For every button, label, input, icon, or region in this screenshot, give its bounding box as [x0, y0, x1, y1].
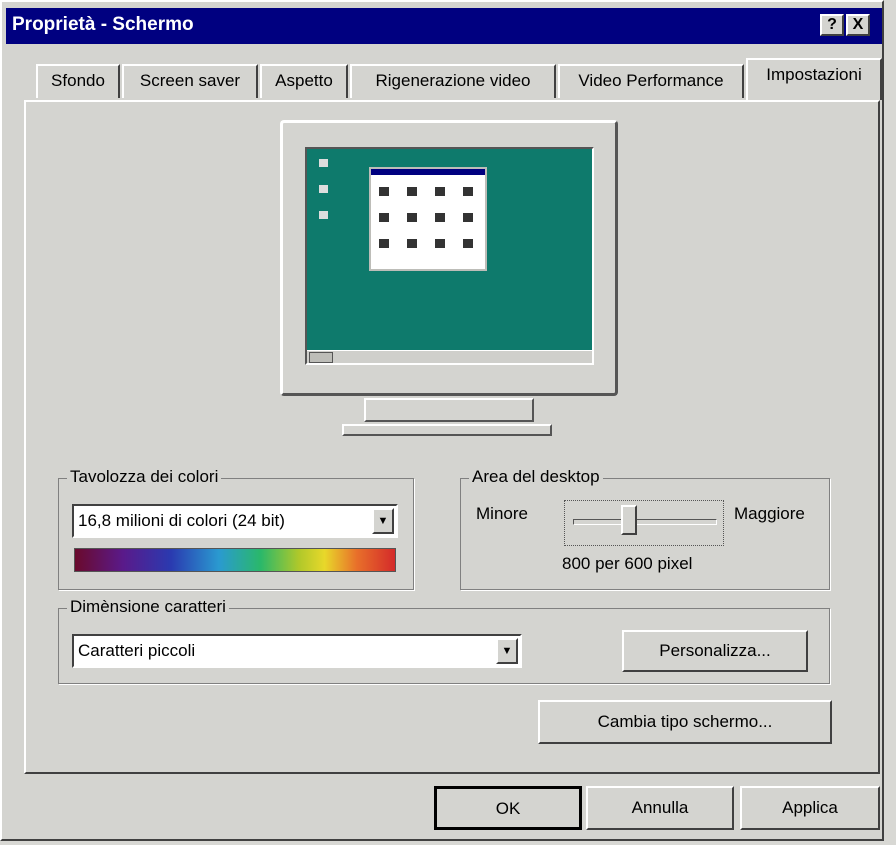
desktop-area-label: Area del desktop: [469, 467, 603, 487]
slider-max-label: Maggiore: [734, 504, 805, 523]
slider-thumb[interactable]: [620, 505, 637, 535]
tab-impostazioni[interactable]: Impostazioni: [746, 58, 882, 100]
apply-button[interactable]: Applica: [740, 786, 880, 830]
font-size-select[interactable]: Caratteri piccoli ▼: [72, 634, 522, 668]
tab-screen-saver[interactable]: Screen saver: [122, 64, 258, 98]
desktop-icon: [319, 159, 328, 167]
font-size-value: Caratteri piccoli: [78, 641, 196, 660]
chevron-down-icon[interactable]: ▼: [496, 638, 518, 664]
desktop-preview-screen: [305, 147, 594, 365]
color-spectrum-preview: [74, 548, 396, 572]
monitor-base: [342, 424, 552, 436]
change-display-type-button[interactable]: Cambia tipo schermo...: [538, 700, 832, 744]
display-properties-dialog: Proprietà - Schermo ? X Sfondo Screen sa…: [0, 0, 884, 841]
title-bar[interactable]: Proprietà - Schermo ? X: [6, 8, 882, 44]
cancel-button[interactable]: Annulla: [586, 786, 734, 830]
monitor-stand: [364, 398, 534, 422]
monitor-preview: [280, 120, 618, 396]
window-title: Proprietà - Schermo: [12, 14, 194, 35]
customize-button[interactable]: Personalizza...: [622, 630, 808, 672]
color-palette-value: 16,8 milioni di colori (24 bit): [78, 511, 285, 530]
slider-min-label: Minore: [476, 504, 528, 523]
chevron-down-icon[interactable]: ▼: [372, 508, 394, 534]
tab-rigenerazione-video[interactable]: Rigenerazione video: [350, 64, 556, 98]
tab-aspetto[interactable]: Aspetto: [260, 64, 348, 98]
slider-track: [573, 519, 717, 525]
desktop-icon: [319, 185, 328, 193]
tab-sfondo[interactable]: Sfondo: [36, 64, 120, 98]
close-button[interactable]: X: [846, 14, 870, 36]
font-size-label: Dimènsione caratteri: [67, 597, 229, 617]
tab-video-performance[interactable]: Video Performance: [558, 64, 744, 98]
color-palette-select[interactable]: 16,8 milioni di colori (24 bit) ▼: [72, 504, 398, 538]
help-button[interactable]: ?: [820, 14, 844, 36]
mini-taskbar: [307, 350, 592, 363]
resolution-slider[interactable]: [564, 500, 724, 546]
mini-window-preview: [369, 167, 487, 271]
desktop-icon: [319, 211, 328, 219]
ok-button[interactable]: OK: [434, 786, 582, 830]
color-palette-label: Tavolozza dei colori: [67, 467, 222, 487]
resolution-value: 800 per 600 pixel: [562, 554, 693, 573]
